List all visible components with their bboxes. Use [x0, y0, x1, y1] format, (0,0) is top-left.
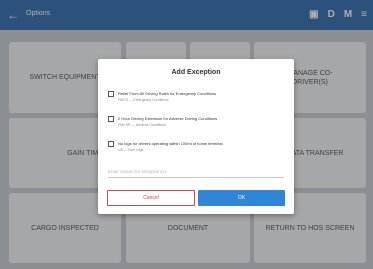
option-label: No logs for drivers operating within 100… [118, 141, 223, 146]
add-exception-dialog: Add Exception Relief From All Driving Ru… [98, 59, 294, 214]
checkbox[interactable] [108, 116, 114, 122]
checkbox[interactable] [108, 141, 114, 147]
reason-input[interactable]: Enter reason for exception(s) [108, 168, 284, 178]
option-label: Relief From All Driving Rules for Emerge… [118, 91, 217, 96]
checkbox[interactable] [108, 91, 114, 97]
cancel-button[interactable]: Cancel [107, 190, 195, 206]
ok-button[interactable]: OK [198, 190, 285, 206]
option-sublabel: US — Non Logs [118, 148, 144, 152]
option-sublabel: FMCS — Emergency Conditions [118, 98, 169, 102]
option-sublabel: FMCSR — Adverse Conditions [118, 123, 167, 127]
option-label: 2 Hour Driving Extension for Adverse Dri… [118, 116, 218, 121]
dialog-title: Add Exception [171, 69, 221, 76]
